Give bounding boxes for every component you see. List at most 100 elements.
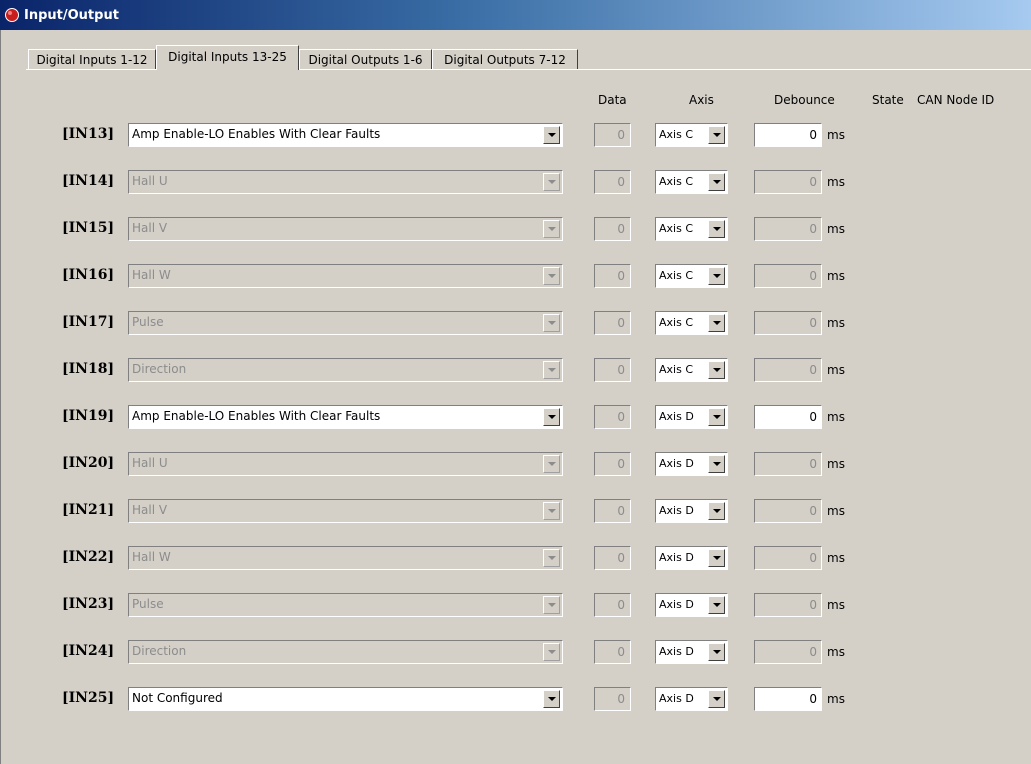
input-row: [IN16] Hall W 0 Axis C 0 ms: [0, 264, 1031, 288]
debounce-input[interactable]: 0: [754, 687, 822, 711]
function-dropdown[interactable]: Hall U: [128, 170, 563, 194]
debounce-input[interactable]: 0: [754, 452, 822, 476]
function-dropdown[interactable]: Pulse: [128, 311, 563, 335]
debounce-unit: ms: [827, 410, 845, 424]
dropdown-button[interactable]: [708, 126, 725, 144]
input-row: [IN13] Amp Enable-LO Enables With Clear F…: [0, 123, 1031, 147]
data-field: 0: [594, 640, 631, 664]
dropdown-button[interactable]: [708, 690, 725, 708]
input-label: [IN17]: [62, 314, 115, 330]
input-row: [IN14] Hall U 0 Axis C 0 ms: [0, 170, 1031, 194]
dropdown-button[interactable]: [708, 361, 725, 379]
dropdown-button[interactable]: [543, 267, 560, 285]
debounce-input[interactable]: 0: [754, 170, 822, 194]
function-dropdown[interactable]: Amp Enable-LO Enables With Clear Faults: [128, 123, 563, 147]
debounce-input[interactable]: 0: [754, 593, 822, 617]
dropdown-button[interactable]: [543, 502, 560, 520]
column-header-data: Data: [598, 93, 627, 107]
tab-digital-inputs-13-25[interactable]: Digital Inputs 13-25: [156, 45, 299, 70]
dropdown-button[interactable]: [708, 267, 725, 285]
function-dropdown[interactable]: Hall U: [128, 452, 563, 476]
debounce-input[interactable]: 0: [754, 499, 822, 523]
function-value: Not Configured: [132, 691, 223, 705]
debounce-input[interactable]: 0: [754, 640, 822, 664]
function-dropdown[interactable]: Pulse: [128, 593, 563, 617]
debounce-input[interactable]: 0: [754, 264, 822, 288]
chevron-down-icon: [713, 180, 721, 184]
dropdown-button[interactable]: [543, 549, 560, 567]
dropdown-button[interactable]: [708, 455, 725, 473]
input-label: [IN15]: [62, 220, 115, 236]
debounce-input[interactable]: 0: [754, 123, 822, 147]
input-row: [IN25] Not Configured 0 Axis D 0 ms: [0, 687, 1031, 711]
chevron-down-icon: [713, 697, 721, 701]
debounce-input[interactable]: 0: [754, 217, 822, 241]
axis-dropdown[interactable]: Axis C: [655, 217, 728, 241]
dropdown-button[interactable]: [543, 220, 560, 238]
axis-dropdown[interactable]: Axis C: [655, 170, 728, 194]
chevron-down-icon: [713, 368, 721, 372]
function-dropdown[interactable]: Hall W: [128, 264, 563, 288]
debounce-input[interactable]: 0: [754, 358, 822, 382]
input-row: [IN22] Hall W 0 Axis D 0 ms: [0, 546, 1031, 570]
input-row: [IN21] Hall V 0 Axis D 0 ms: [0, 499, 1031, 523]
axis-dropdown[interactable]: Axis D: [655, 405, 728, 429]
function-value: Direction: [132, 362, 187, 376]
axis-value: Axis C: [659, 222, 693, 235]
function-dropdown[interactable]: Direction: [128, 358, 563, 382]
axis-dropdown[interactable]: Axis C: [655, 358, 728, 382]
input-row: [IN19] Amp Enable-LO Enables With Clear F…: [0, 405, 1031, 429]
axis-dropdown[interactable]: Axis D: [655, 640, 728, 664]
debounce-unit: ms: [827, 692, 845, 706]
function-dropdown[interactable]: Direction: [128, 640, 563, 664]
debounce-unit: ms: [827, 457, 845, 471]
axis-dropdown[interactable]: Axis D: [655, 452, 728, 476]
axis-dropdown[interactable]: Axis D: [655, 499, 728, 523]
axis-dropdown[interactable]: Axis D: [655, 687, 728, 711]
axis-dropdown[interactable]: Axis C: [655, 264, 728, 288]
tab-digital-inputs-1-12[interactable]: Digital Inputs 1-12: [28, 49, 156, 69]
dropdown-button[interactable]: [543, 314, 560, 332]
dropdown-button[interactable]: [708, 502, 725, 520]
data-field: 0: [594, 593, 631, 617]
input-row: [IN17] Pulse 0 Axis C 0 ms: [0, 311, 1031, 335]
debounce-unit: ms: [827, 551, 845, 565]
dropdown-button[interactable]: [708, 408, 725, 426]
function-value: Amp Enable-LO Enables With Clear Faults: [132, 127, 381, 141]
dropdown-button[interactable]: [543, 643, 560, 661]
tab-digital-outputs-1-6[interactable]: Digital Outputs 1-6: [299, 49, 432, 69]
dropdown-button[interactable]: [708, 173, 725, 191]
dropdown-button[interactable]: [708, 596, 725, 614]
dropdown-button[interactable]: [708, 643, 725, 661]
title-bar[interactable]: Input/Output: [0, 0, 1031, 30]
app-icon: [5, 8, 19, 22]
axis-dropdown[interactable]: Axis C: [655, 311, 728, 335]
dropdown-button[interactable]: [708, 220, 725, 238]
dropdown-button[interactable]: [543, 173, 560, 191]
dropdown-button[interactable]: [543, 455, 560, 473]
tab-digital-outputs-7-12[interactable]: Digital Outputs 7-12: [432, 49, 578, 69]
axis-value: Axis C: [659, 363, 693, 376]
axis-dropdown[interactable]: Axis C: [655, 123, 728, 147]
dropdown-button[interactable]: [543, 596, 560, 614]
dropdown-button[interactable]: [543, 361, 560, 379]
input-label: [IN24]: [62, 643, 115, 659]
axis-dropdown[interactable]: Axis D: [655, 593, 728, 617]
chevron-down-icon: [548, 180, 556, 184]
dropdown-button[interactable]: [708, 549, 725, 567]
dropdown-button[interactable]: [708, 314, 725, 332]
input-label: [IN18]: [62, 361, 115, 377]
function-dropdown[interactable]: Hall V: [128, 217, 563, 241]
debounce-input[interactable]: 0: [754, 311, 822, 335]
function-dropdown[interactable]: Not Configured: [128, 687, 563, 711]
column-header-state: State: [872, 93, 904, 107]
dropdown-button[interactable]: [543, 408, 560, 426]
function-dropdown[interactable]: Hall V: [128, 499, 563, 523]
debounce-input[interactable]: 0: [754, 405, 822, 429]
dropdown-button[interactable]: [543, 690, 560, 708]
function-dropdown[interactable]: Hall W: [128, 546, 563, 570]
function-dropdown[interactable]: Amp Enable-LO Enables With Clear Faults: [128, 405, 563, 429]
debounce-input[interactable]: 0: [754, 546, 822, 570]
dropdown-button[interactable]: [543, 126, 560, 144]
axis-dropdown[interactable]: Axis D: [655, 546, 728, 570]
